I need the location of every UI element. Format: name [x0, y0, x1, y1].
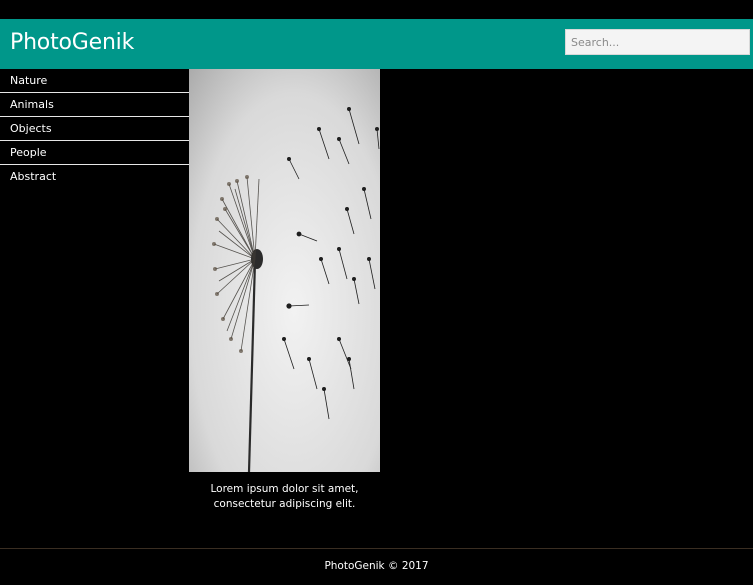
sidebar-item-objects[interactable]: Objects: [0, 117, 189, 141]
category-sidebar: Nature Animals Objects People Abstract: [0, 69, 189, 189]
footer-divider: [0, 548, 753, 549]
gallery-photo[interactable]: [189, 69, 380, 472]
footer-copyright: PhotoGenik © 2017: [324, 560, 429, 572]
sidebar-item-animals[interactable]: Animals: [0, 93, 189, 117]
photo-caption: Lorem ipsum dolor sit amet, consectetur …: [189, 482, 380, 512]
page: PhotoGenik Nature Animals Objects People…: [0, 0, 753, 585]
site-header: PhotoGenik: [0, 19, 753, 69]
caption-line-2: consectetur adipiscing elit.: [213, 498, 356, 510]
sidebar-item-people[interactable]: People: [0, 141, 189, 165]
dandelion-photo-image: [189, 69, 380, 472]
site-logo[interactable]: PhotoGenik: [10, 30, 134, 55]
caption-line-1: Lorem ipsum dolor sit amet,: [210, 483, 359, 495]
search-input[interactable]: [565, 29, 750, 55]
sidebar-item-abstract[interactable]: Abstract: [0, 165, 189, 189]
sidebar-item-nature[interactable]: Nature: [0, 69, 189, 93]
